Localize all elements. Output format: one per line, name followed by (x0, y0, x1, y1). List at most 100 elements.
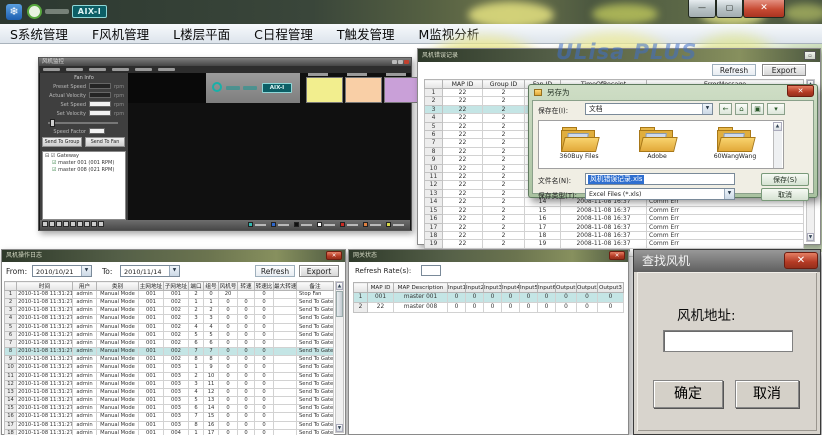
chevron-down-icon[interactable]: ▼ (702, 104, 712, 114)
table-row[interactable]: 16 22 2 16 2008-11-08 16:37 Comm Err (424, 214, 804, 224)
table-row[interactable]: 4 2010-11-08 11:31:27 admin Manual Mode 001 0… (4, 314, 334, 324)
save-in-combobox[interactable]: 文档 ▼ (585, 103, 713, 115)
column-header[interactable] (4, 281, 17, 291)
table-row[interactable]: 13 2010-11-08 11:31:27 admin Manual Mode 001… (4, 387, 334, 398)
table-row[interactable]: 15 2010-11-08 11:31:27 admin Manual Mode 001… (4, 404, 334, 414)
menu-item[interactable]: F风机管理 (92, 24, 149, 43)
folder-item[interactable]: 360Buy Files (547, 125, 611, 160)
status-tile-1[interactable] (306, 77, 343, 103)
table-row[interactable]: 11 2010-11-08 11:31:27 admin Manual Mode 001… (4, 371, 334, 381)
set-speed-input[interactable] (89, 101, 111, 107)
log-window-titlebar[interactable]: 风机操作日志 (2, 250, 345, 262)
back-icon[interactable]: ← (719, 103, 732, 115)
close-icon[interactable] (404, 60, 409, 64)
table-row[interactable]: 9 2010-11-08 11:31:27 admin Manual Mode 001 0… (4, 355, 334, 365)
column-header[interactable]: Output1 (555, 282, 577, 293)
monitor-window-titlebar[interactable]: 风机监控 (39, 58, 411, 66)
table-row[interactable]: 2 22 master 008 0 0 0 0 0 0 0 0 0 (353, 302, 624, 313)
column-header[interactable]: Input6 (537, 282, 556, 293)
refresh-button[interactable]: Refresh (255, 265, 295, 277)
status-tile-2[interactable] (345, 77, 382, 103)
column-header[interactable]: Group ID (482, 79, 525, 89)
slider-thumb[interactable] (50, 119, 55, 127)
tree-node[interactable]: master 008 (021 RPM) (52, 167, 125, 174)
column-header[interactable]: 组号 (203, 281, 219, 291)
column-header[interactable]: Input3 (483, 282, 502, 293)
column-header[interactable]: MAP ID (367, 282, 394, 293)
export-button[interactable]: Export (299, 265, 339, 277)
menu-item[interactable]: S系统管理 (10, 24, 68, 43)
views-icon[interactable]: ▾ (767, 103, 785, 115)
table-row[interactable]: 12 2010-11-08 11:31:27 admin Manual Mode 001… (4, 379, 334, 389)
ok-button[interactable]: 确定 (653, 380, 723, 408)
column-header[interactable]: Input5 (519, 282, 538, 293)
table-row[interactable]: 7 2010-11-08 11:31:27 admin Manual Mode 001 0… (4, 338, 334, 349)
table-row[interactable]: 19 22 2 19 2008-11-08 16:37 Comm Err (424, 239, 804, 249)
scroll-up-icon[interactable]: ▲ (336, 282, 343, 290)
column-header[interactable] (424, 79, 443, 89)
minimize-button[interactable] (392, 60, 397, 64)
status-tile-3[interactable] (384, 77, 421, 103)
table-row[interactable]: 18 2010-11-08 11:31:27 admin Manual Mode 001… (4, 428, 334, 435)
chevron-down-icon[interactable]: ▼ (724, 189, 734, 199)
scroll-up-icon[interactable]: ▲ (773, 122, 782, 131)
set-velocity-input[interactable] (89, 110, 111, 116)
menu-item[interactable]: T触发管理 (337, 24, 395, 43)
table-row[interactable]: 18 22 2 18 2008-11-08 16:37 Comm Err (424, 230, 804, 241)
column-header[interactable]: Output3 (597, 282, 624, 293)
column-header[interactable]: 转速比 (254, 281, 274, 291)
fan-address-input[interactable] (663, 330, 793, 352)
minimize-button[interactable]: — (688, 0, 716, 18)
tree-node[interactable]: Gateway (45, 153, 125, 160)
column-header[interactable]: 时间 (16, 281, 73, 291)
column-header[interactable]: Input2 (465, 282, 484, 293)
export-button[interactable]: Export (762, 64, 806, 76)
table-row[interactable]: 14 2010-11-08 11:31:27 admin Manual Mode 001… (4, 396, 334, 406)
column-header[interactable]: Input4 (501, 282, 520, 293)
maximize-button[interactable]: ▢ (716, 0, 743, 18)
close-button[interactable]: ✕ (743, 0, 785, 18)
column-header[interactable] (353, 282, 368, 293)
column-header[interactable]: MAP ID (442, 79, 483, 89)
send-to-fan-button[interactable]: Send To Fan (85, 137, 125, 147)
column-header[interactable]: 子网地址 (163, 281, 189, 291)
close-icon[interactable]: ✕ (787, 85, 814, 97)
column-header[interactable]: 端口 (188, 281, 204, 291)
cancel-button[interactable]: 取消 (761, 188, 809, 201)
column-header[interactable]: 类别 (96, 281, 139, 291)
table-row[interactable]: 5 2010-11-08 11:31:27 admin Manual Mode 001 0… (4, 322, 334, 332)
table-row[interactable]: 3 2010-11-08 11:31:27 admin Manual Mode 001 0… (4, 306, 334, 316)
restore-icon[interactable]: ▫ (804, 51, 816, 60)
close-icon[interactable]: ✕ (784, 252, 818, 269)
scroll-down-icon[interactable]: ▼ (336, 424, 343, 432)
close-icon[interactable]: ✕ (326, 251, 342, 260)
cancel-button[interactable]: 取消 (735, 380, 799, 408)
from-date-combobox[interactable]: 2010/10/21 ▼ (32, 265, 92, 277)
new-folder-icon[interactable]: ▣ (751, 103, 764, 115)
column-header[interactable]: 用户 (72, 281, 97, 291)
save-button[interactable]: 保存(S) (761, 173, 809, 186)
tree-node[interactable]: master 001 (001 RPM) (52, 160, 125, 167)
monitor-menu-bar[interactable] (39, 66, 411, 73)
table-row[interactable]: 17 2010-11-08 11:31:27 admin Manual Mode 001… (4, 420, 334, 430)
table-row[interactable]: 8 2010-11-08 11:31:27 admin Manual Mode 001 0… (4, 347, 334, 357)
speed-slider[interactable] (48, 119, 118, 127)
folder-item[interactable]: Adobe (625, 125, 689, 160)
column-header[interactable]: 主网地址 (138, 281, 164, 291)
column-header[interactable]: Output2 (576, 282, 598, 293)
table-row[interactable]: 1 2010-11-08 11:31:21 admin Manual Mode 001 0… (4, 289, 334, 300)
folder-item[interactable]: 60WangWang (703, 125, 767, 160)
menu-item[interactable]: C日程管理 (254, 24, 313, 43)
speed-factor-input[interactable] (89, 128, 105, 134)
table-row[interactable]: 10 2010-11-08 11:31:27 admin Manual Mode 001… (4, 363, 334, 373)
gateway-window-titlebar[interactable]: 网关状态 (349, 250, 628, 262)
chevron-down-icon[interactable]: ▼ (81, 266, 91, 276)
file-list[interactable]: 360Buy Files Adobe 60WangWang ▲ (538, 120, 784, 169)
refresh-rate-input[interactable] (421, 265, 441, 276)
send-to-group-button[interactable]: Send To Group (42, 137, 82, 147)
scrollbar[interactable]: ▲ (773, 122, 782, 168)
chevron-down-icon[interactable]: ▼ (169, 266, 179, 276)
column-header[interactable]: 转速 (237, 281, 255, 291)
column-header[interactable]: 最大转速 (273, 281, 297, 291)
column-header[interactable]: 风机号 (218, 281, 238, 291)
